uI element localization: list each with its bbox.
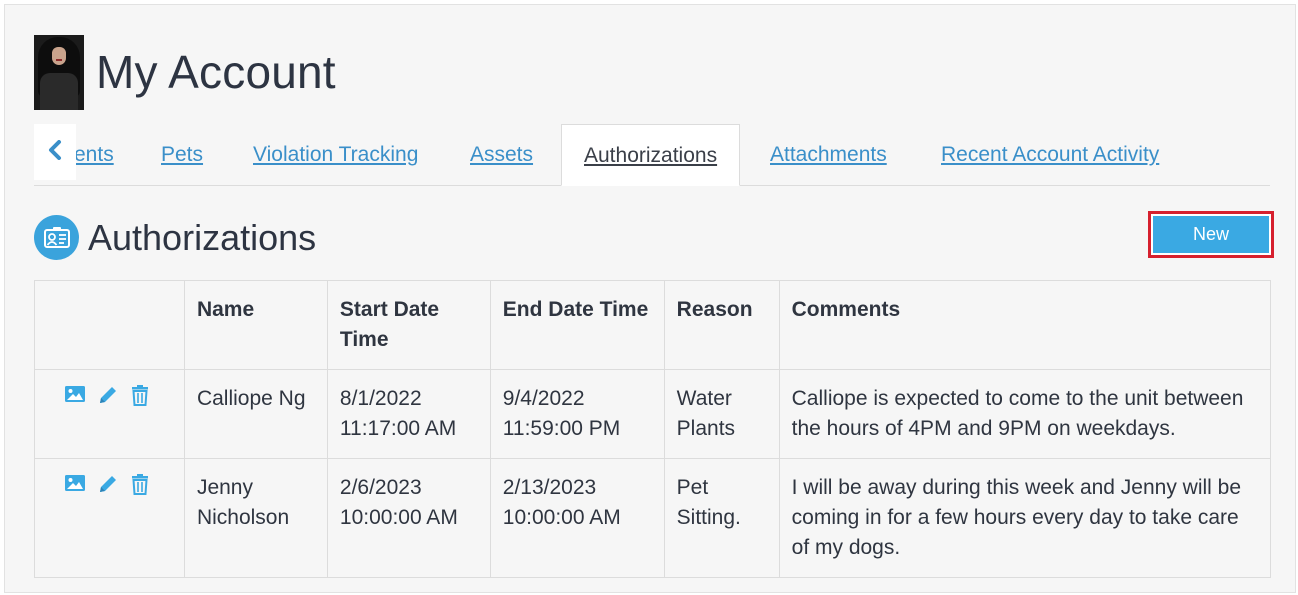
cell-comments: Calliope is expected to come to the unit… xyxy=(778,369,1272,459)
cell-name: Jenny Nicholson xyxy=(183,458,328,578)
account-panel: My Account ents Pets Violation Tracking … xyxy=(4,4,1296,593)
column-header-name[interactable]: Name xyxy=(183,280,328,370)
column-header-end[interactable]: End Date Time xyxy=(489,280,665,370)
column-header-reason[interactable]: Reason xyxy=(663,280,780,370)
cell-reason: Water Plants xyxy=(663,369,780,459)
new-authorization-button[interactable]: New xyxy=(1148,211,1274,258)
tab-pets[interactable]: Pets xyxy=(161,124,203,185)
new-button-label: New xyxy=(1153,216,1269,253)
avatar xyxy=(34,34,84,110)
cell-start: 8/1/2022 11:17:00 AM xyxy=(326,369,491,459)
chevron-left-icon xyxy=(48,139,62,165)
column-header-actions xyxy=(34,280,185,370)
cell-start: 2/6/2023 10:00:00 AM xyxy=(326,458,491,578)
authorization-card-icon xyxy=(34,215,79,260)
row-actions xyxy=(34,458,185,578)
tab-documents[interactable]: ents xyxy=(74,124,114,185)
account-header: My Account xyxy=(34,34,336,110)
trash-icon[interactable] xyxy=(130,473,153,497)
tab-authorizations[interactable]: Authorizations xyxy=(561,124,741,186)
table-header-row: Name Start Date Time End Date Time Reaso… xyxy=(34,280,1272,370)
section-title: Authorizations xyxy=(88,216,317,258)
cell-name: Calliope Ng xyxy=(183,369,328,459)
section-header: Authorizations xyxy=(34,215,316,260)
pencil-icon[interactable] xyxy=(97,473,120,497)
tabs-scroll-left-button[interactable] xyxy=(34,124,76,180)
cell-comments: I will be away during this week and Jenn… xyxy=(778,458,1272,578)
table-row: Calliope Ng 8/1/2022 11:17:00 AM 9/4/202… xyxy=(34,369,1272,459)
tab-recent-account-activity[interactable]: Recent Account Activity xyxy=(941,124,1159,185)
cell-end: 9/4/2022 11:59:00 PM xyxy=(489,369,665,459)
image-icon[interactable] xyxy=(64,384,87,408)
page-title: My Account xyxy=(96,46,336,98)
cell-end: 2/13/2023 10:00:00 AM xyxy=(489,458,665,578)
tab-assets[interactable]: Assets xyxy=(470,124,533,185)
tab-bar: ents Pets Violation Tracking Assets Auth… xyxy=(34,124,1270,186)
pencil-icon[interactable] xyxy=(97,384,120,408)
authorizations-table: Name Start Date Time End Date Time Reaso… xyxy=(34,280,1272,578)
image-icon[interactable] xyxy=(64,473,87,497)
trash-icon[interactable] xyxy=(130,384,153,408)
table-row: Jenny Nicholson 2/6/2023 10:00:00 AM 2/1… xyxy=(34,458,1272,578)
column-header-start[interactable]: Start Date Time xyxy=(326,280,491,370)
column-header-comments[interactable]: Comments xyxy=(778,280,1272,370)
tab-attachments[interactable]: Attachments xyxy=(770,124,887,185)
row-actions xyxy=(34,369,185,459)
cell-reason: Pet Sitting. xyxy=(663,458,780,578)
tab-violation-tracking[interactable]: Violation Tracking xyxy=(253,124,418,185)
